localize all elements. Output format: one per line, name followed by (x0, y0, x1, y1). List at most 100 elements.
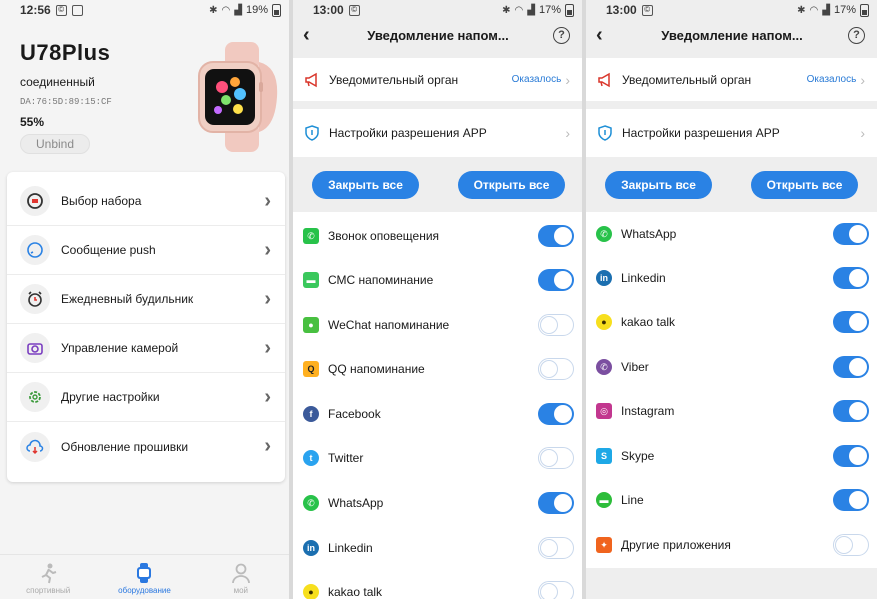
notification-settings-screen-1: 13:00 © ✱ ◠ ▟ 17% ‹ Уведомление напом...… (293, 0, 582, 599)
app-label: WeChat напоминание (328, 318, 450, 332)
wifi-icon: ◠ (514, 4, 524, 16)
app-permission-row[interactable]: Настройки разрешения APP › (586, 109, 877, 157)
signal-icon: ▟ (234, 4, 242, 16)
smartwatch-image (198, 42, 278, 152)
camera-icon (20, 333, 50, 363)
app-row-line: ▬ Line (586, 478, 877, 522)
back-arrow-icon[interactable]: ‹ (596, 24, 616, 47)
toggle-switch[interactable] (538, 447, 574, 469)
help-icon[interactable]: ? (553, 26, 570, 44)
menu-item-daily-alarm[interactable]: Ежедневный будильник › (7, 275, 285, 324)
twitter-icon: t (303, 450, 319, 466)
tab-profile[interactable]: мой (193, 555, 289, 599)
toggle-switch[interactable] (538, 358, 574, 380)
wifi-icon: ◠ (221, 4, 231, 16)
menu-item-label: Сообщение push (61, 243, 156, 257)
nav-bar: ‹ Уведомление напом... ? (586, 20, 877, 50)
battery-percent: 19% (245, 4, 268, 16)
toggle-switch[interactable] (538, 403, 574, 425)
app-label: WhatsApp (328, 496, 384, 510)
app-row-whatsapp: ✆ WhatsApp (293, 481, 582, 525)
app-label: Skype (621, 449, 655, 463)
notification-settings-screen-2: 13:00 © ✱ ◠ ▟ 17% ‹ Уведомление напом...… (586, 0, 877, 599)
toggle-switch[interactable] (538, 269, 574, 291)
toggle-switch[interactable] (833, 445, 869, 467)
wechat-icon: ● (303, 317, 319, 333)
toggle-switch[interactable] (538, 225, 574, 247)
bluetooth-icon: ✱ (797, 4, 806, 16)
menu-item-watchface[interactable]: Выбор набора › (7, 177, 285, 226)
close-all-button[interactable]: Закрыть все (312, 171, 419, 199)
facebook-icon: f (303, 406, 319, 422)
toggle-switch[interactable] (833, 311, 869, 333)
app-label: Facebook (328, 407, 381, 421)
unbind-button[interactable]: Unbind (20, 134, 90, 154)
nav-bar: ‹ Уведомление напом... ? (293, 20, 582, 50)
menu-item-label: Обновление прошивки (61, 439, 189, 454)
signal-icon: ▟ (527, 4, 535, 16)
app-permission-label: Настройки разрешения APP (622, 126, 780, 140)
toggle-switch[interactable] (833, 489, 869, 511)
notify-body-row[interactable]: Уведомительный орган Оказалось › (586, 58, 877, 101)
app-row-whatsapp: ✆ WhatsApp (586, 212, 877, 256)
status-bar: 13:00 © ✱ ◠ ▟ 17% (586, 0, 877, 20)
toggle-switch[interactable] (833, 223, 869, 245)
battery-percent: 17% (833, 4, 856, 16)
shield-icon (598, 125, 612, 141)
page-title: Уведомление напом... (367, 27, 509, 43)
toggle-switch[interactable] (538, 581, 574, 599)
open-all-button[interactable]: Открыть все (458, 171, 565, 199)
menu-item-camera-control[interactable]: Управление камерой › (7, 324, 285, 373)
app-row-twitter: t Twitter (293, 436, 582, 480)
app-label: WhatsApp (621, 227, 677, 241)
megaphone-icon (598, 72, 610, 87)
help-icon[interactable]: ? (848, 26, 865, 44)
device-name: U78Plus (20, 40, 111, 65)
page-title: Уведомление напом... (661, 27, 803, 43)
tab-sport[interactable]: спортивный (0, 555, 96, 599)
app-label: Другие приложения (621, 538, 731, 552)
app-label: Linkedin (621, 271, 666, 285)
chevron-right-icon: › (565, 125, 570, 141)
message-icon (20, 235, 50, 265)
menu-item-other-settings[interactable]: Другие настройки › (7, 373, 285, 422)
menu-item-push-messages[interactable]: Сообщение push › (7, 226, 285, 275)
menu-item-label: Выбор набора (61, 194, 142, 208)
app-row-other-apps: ✦ Другие приложения (586, 523, 877, 567)
toggle-switch[interactable] (538, 537, 574, 559)
battery-percent: 17% (538, 4, 561, 16)
tab-equipment[interactable]: оборудование (96, 555, 192, 599)
chevron-right-icon: › (264, 336, 271, 359)
image-notification-icon (71, 4, 83, 16)
status-bar: 12:56 © ✱ ◠ ▟ 19% (0, 0, 289, 20)
app-label: СМС напоминание (328, 273, 434, 287)
toggle-switch[interactable] (833, 267, 869, 289)
person-icon (231, 563, 250, 584)
connection-status: соединенный (20, 75, 95, 89)
alarm-icon (20, 284, 50, 314)
toggle-switch[interactable] (833, 356, 869, 378)
app-label: kakao talk (328, 585, 383, 599)
phone-icon: ✆ (303, 228, 319, 244)
app-toggle-list: ✆ Звонок оповещения ▬ СМС напоминание ● … (293, 212, 582, 599)
open-all-button[interactable]: Открыть все (751, 171, 858, 199)
close-all-button[interactable]: Закрыть все (605, 171, 712, 199)
battery-icon (272, 3, 281, 17)
back-arrow-icon[interactable]: ‹ (303, 24, 323, 47)
app-permission-row[interactable]: Настройки разрешения APP › (293, 109, 582, 157)
toggle-switch[interactable] (833, 400, 869, 422)
app-label: kakao talk (621, 315, 676, 329)
kakao-icon: ● (596, 314, 612, 330)
menu-item-firmware-update[interactable]: Обновление прошивки › (7, 422, 285, 471)
megaphone-icon (305, 72, 317, 87)
app-label: Line (621, 493, 644, 507)
watchface-icon (20, 186, 50, 216)
app-row-instagram: ◎ Instagram (586, 389, 877, 433)
wifi-icon: ◠ (809, 4, 819, 16)
cloud-download-icon (20, 431, 50, 462)
viber-icon: ✆ (596, 359, 612, 375)
notify-body-row[interactable]: Уведомительный орган Оказалось › (293, 58, 582, 101)
toggle-switch[interactable] (538, 492, 574, 514)
toggle-switch[interactable] (833, 534, 869, 556)
toggle-switch[interactable] (538, 314, 574, 336)
